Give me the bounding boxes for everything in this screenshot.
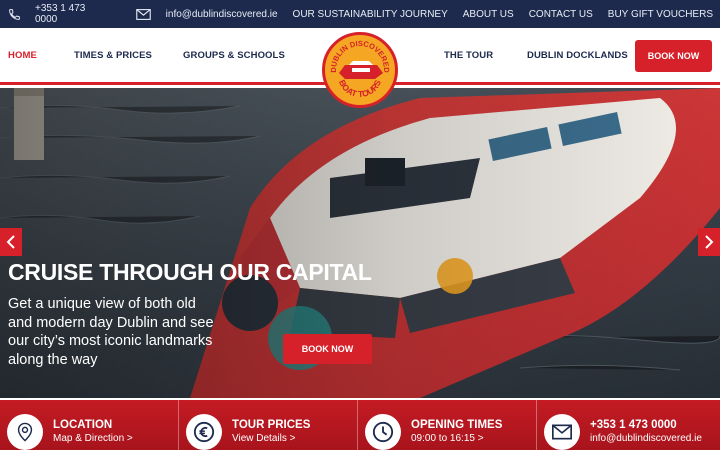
- hero-title: CRUISE THROUGH OUR CAPITAL: [8, 259, 372, 285]
- nav-the-tour[interactable]: THE TOUR: [444, 50, 493, 61]
- mail-icon[interactable]: [135, 8, 151, 20]
- nav-home[interactable]: HOME: [8, 50, 37, 61]
- tour-prices-title: TOUR PRICES: [232, 419, 311, 431]
- gift-vouchers-link[interactable]: BUY GIFT VOUCHERS: [608, 9, 713, 20]
- book-now-button[interactable]: BOOK NOW: [635, 40, 712, 72]
- mail-icon: [544, 414, 580, 450]
- contact-us-link[interactable]: CONTACT US: [529, 9, 593, 20]
- hero-slider: CRUISE THROUGH OUR CAPITAL Get a unique …: [0, 88, 720, 398]
- chevron-right-icon: [705, 235, 714, 249]
- top-phone-link[interactable]: +353 1 473 0000: [35, 3, 108, 25]
- nav-groups-schools[interactable]: GROUPS & SCHOOLS: [183, 50, 285, 61]
- location-link[interactable]: Map & Direction >: [53, 433, 133, 444]
- about-us-link[interactable]: ABOUT US: [463, 9, 514, 20]
- contact-block[interactable]: +353 1 473 0000 info@dublindiscovered.ie: [537, 400, 720, 450]
- chevron-left-icon: [6, 235, 15, 249]
- top-contact: +353 1 473 0000 info@dublindiscovered.ie: [0, 3, 278, 25]
- info-strip: LOCATION Map & Direction > TOUR PRICES V…: [0, 400, 720, 450]
- hero-book-now-button[interactable]: BOOK NOW: [283, 334, 372, 364]
- hero-subtitle: Get a unique view of both old and modern…: [8, 296, 214, 368]
- slider-prev-button[interactable]: [0, 228, 22, 256]
- map-pin-icon: [7, 414, 43, 450]
- top-email-link[interactable]: info@dublindiscovered.ie: [166, 9, 278, 20]
- contact-email[interactable]: info@dublindiscovered.ie: [590, 433, 702, 444]
- top-bar: +353 1 473 0000 info@dublindiscovered.ie…: [0, 0, 720, 28]
- contact-phone[interactable]: +353 1 473 0000: [590, 419, 677, 431]
- euro-icon: [186, 414, 222, 450]
- logo[interactable]: DUBLIN DISCOVERED BOAT TOURS: [322, 32, 398, 108]
- sustainability-link[interactable]: OUR SUSTAINABILITY JOURNEY: [293, 9, 448, 20]
- location-title: LOCATION: [53, 419, 113, 431]
- phone-icon[interactable]: [8, 8, 21, 21]
- slider-next-button[interactable]: [698, 228, 720, 256]
- opening-times-block[interactable]: OPENING TIMES 09:00 to 16:15 >: [358, 400, 537, 450]
- nav-times-prices[interactable]: TIMES & PRICES: [74, 50, 152, 61]
- location-block[interactable]: LOCATION Map & Direction >: [0, 400, 179, 450]
- tour-prices-link[interactable]: View Details >: [232, 433, 295, 444]
- clock-icon: [365, 414, 401, 450]
- tour-prices-block[interactable]: TOUR PRICES View Details >: [179, 400, 358, 450]
- nav-docklands[interactable]: DUBLIN DOCKLANDS: [527, 50, 628, 61]
- opening-times-title: OPENING TIMES: [411, 419, 503, 431]
- opening-times-link[interactable]: 09:00 to 16:15 >: [411, 433, 484, 444]
- top-links: OUR SUSTAINABILITY JOURNEY ABOUT US CONT…: [278, 9, 720, 20]
